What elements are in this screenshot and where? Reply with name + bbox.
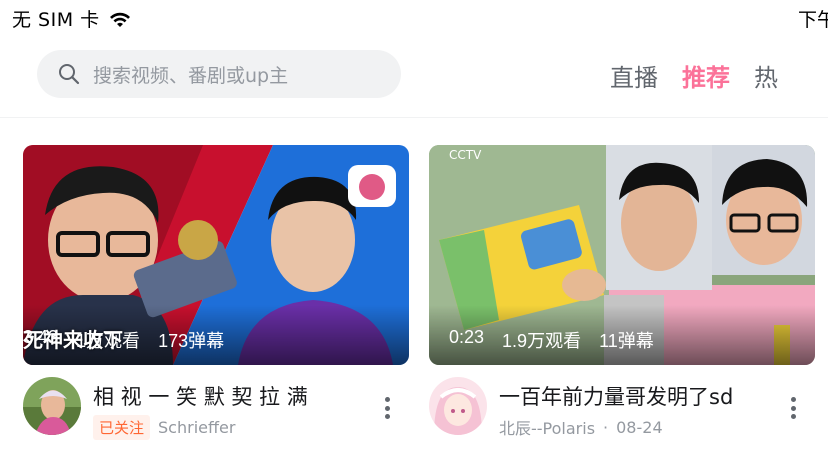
meta-separator: · — [603, 417, 609, 437]
cctv-logo: CCTV — [449, 148, 482, 162]
video-duration: 3:43 — [23, 327, 59, 347]
video-thumbnail[interactable]: 死神来收下 3:43 1万观看 173弹幕 — [23, 145, 409, 365]
video-stats: 3:43 1万观看 173弹幕 — [23, 327, 224, 353]
author-name[interactable]: Schrieffer — [158, 418, 235, 437]
more-options-icon[interactable] — [385, 397, 391, 419]
video-views: 1万观看 — [76, 331, 141, 351]
status-bar: 无 SIM 卡 下午 — [0, 0, 828, 34]
video-author-line: 北辰--Polaris · 08-24 — [499, 415, 663, 439]
search-icon — [59, 64, 80, 85]
carrier-label: 无 SIM 卡 — [12, 9, 100, 31]
video-author-line: 已关注 Schrieffer — [93, 415, 235, 440]
video-thumbnail[interactable]: CCTV 0:23 1.9万观看 11弹幕 — [429, 145, 815, 365]
carrier-info: 无 SIM 卡 — [12, 5, 132, 32]
video-card[interactable]: 死神来收下 3:43 1万观看 173弹幕 相 视 一 笑 默 契 拉 满 已关… — [23, 145, 409, 440]
upload-date: 08-24 — [616, 417, 663, 437]
video-duration: 0:23 — [449, 327, 485, 347]
video-stats: 0:23 1.9万观看 11弹幕 — [449, 327, 654, 353]
avatar[interactable] — [429, 377, 487, 435]
status-time: 下午 — [798, 9, 828, 31]
header-divider — [0, 117, 828, 118]
wifi-icon — [109, 12, 130, 27]
follow-badge: 已关注 — [93, 415, 151, 440]
search-bar[interactable]: 搜索视频、番剧或up主 — [37, 50, 401, 98]
video-card[interactable]: CCTV 0:23 1.9万观看 11弹幕 一百年前力量哥发明了sd 北辰--P… — [429, 145, 815, 438]
video-title[interactable]: 一百年前力量哥发明了sd — [499, 381, 733, 411]
video-danmaku: 11弹幕 — [599, 331, 654, 351]
author-name[interactable]: 北辰--Polaris — [499, 415, 595, 439]
tab-hot[interactable]: 热 — [754, 58, 778, 93]
top-tabs: 直播 推荐 热 — [610, 58, 778, 93]
avatar[interactable] — [23, 377, 81, 435]
search-placeholder: 搜索视频、番剧或up主 — [93, 64, 289, 87]
video-views: 1.9万观看 — [502, 331, 582, 351]
more-options-icon[interactable] — [791, 397, 797, 419]
video-title[interactable]: 相 视 一 笑 默 契 拉 满 — [93, 381, 308, 411]
tab-live[interactable]: 直播 — [610, 58, 658, 93]
tab-recommend[interactable]: 推荐 — [682, 58, 730, 93]
video-danmaku: 173弹幕 — [158, 331, 225, 351]
